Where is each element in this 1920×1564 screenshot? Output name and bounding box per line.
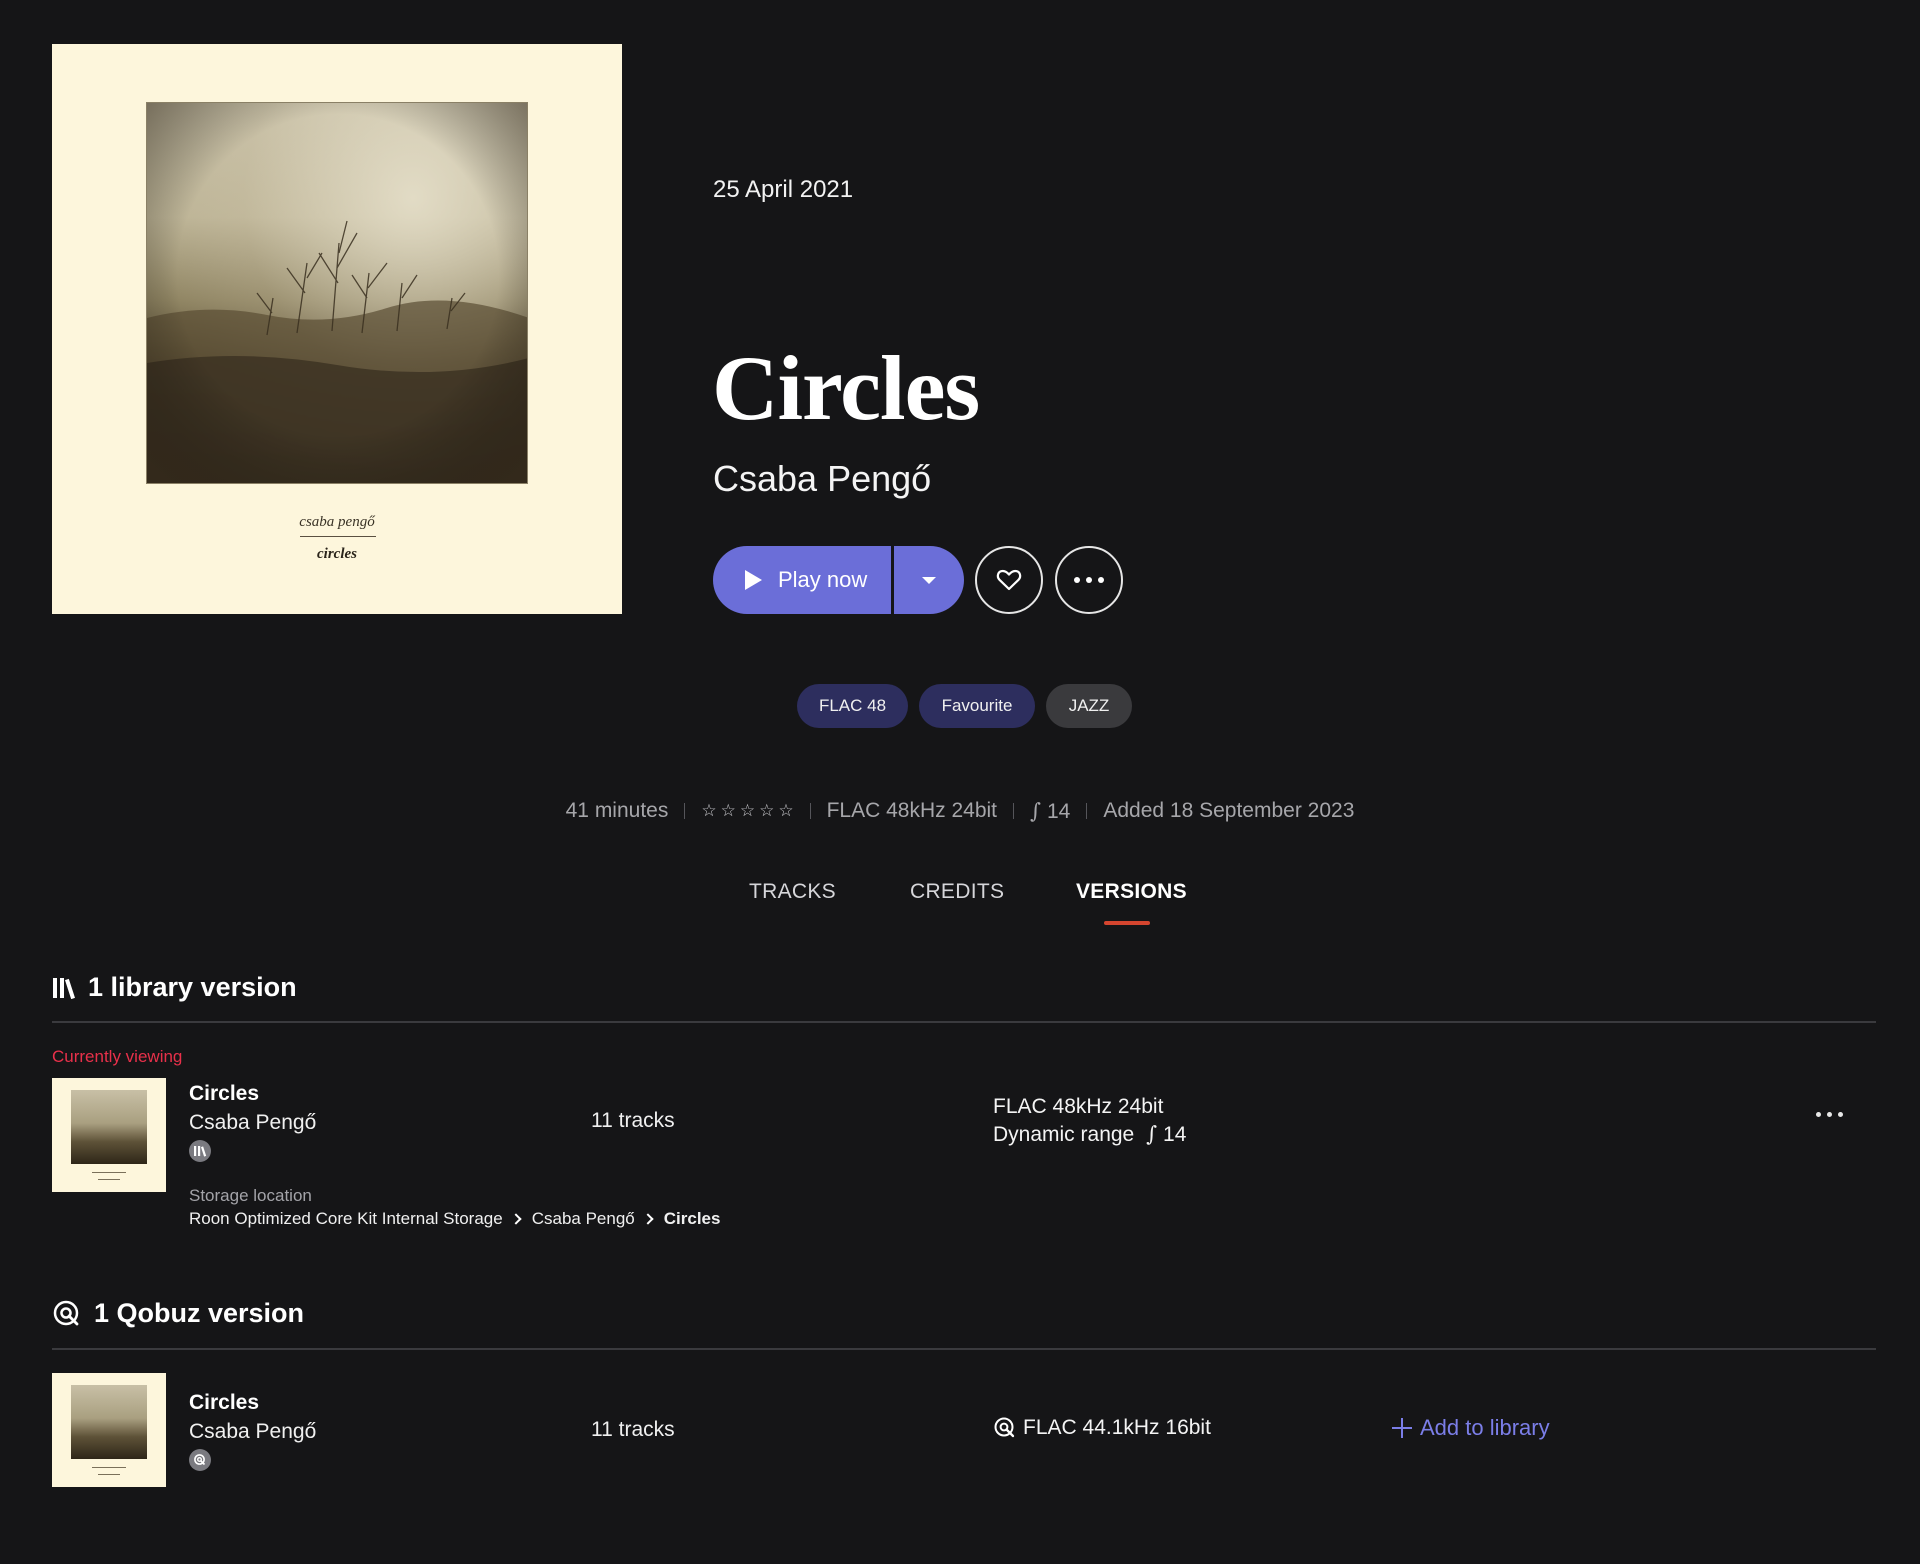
dynamic-range-value: 14 [1046, 799, 1071, 823]
dynamic-range-icon: ∫ [1146, 1122, 1158, 1146]
qobuz-source-badge [189, 1449, 211, 1471]
more-options-button[interactable] [1055, 546, 1123, 614]
rating-stars[interactable]: ☆ ☆ ☆ ☆ ☆ [701, 801, 793, 821]
section-divider [52, 1348, 1876, 1350]
tag-format[interactable]: FLAC 48 [797, 684, 908, 728]
thumbnail-caption [92, 1172, 126, 1173]
dynamic-range-label: Dynamic range [993, 1123, 1135, 1146]
dynamic-range-icon: ∫ [1030, 798, 1041, 823]
qobuz-version-format-row: FLAC 44.1kHz 16bit [993, 1416, 1211, 1440]
date-added: Added 18 September 2023 [1103, 799, 1355, 822]
cover-photo [146, 102, 528, 484]
qobuz-icon [994, 1417, 1015, 1438]
duration: 41 minutes [565, 799, 669, 822]
section-divider [52, 1021, 1876, 1023]
library-version-title[interactable]: Circles [189, 1082, 259, 1106]
star-icon[interactable]: ☆ [759, 801, 774, 821]
plus-icon [1392, 1418, 1412, 1438]
thumbnail-caption [92, 1467, 126, 1468]
active-tab-indicator [1104, 921, 1150, 925]
thumbnail-photo [71, 1090, 147, 1164]
library-version-artist[interactable]: Csaba Pengő [189, 1111, 316, 1135]
chevron-right-icon [510, 1213, 522, 1225]
favourite-button[interactable] [975, 546, 1043, 614]
chevron-right-icon [642, 1213, 654, 1225]
qobuz-version-title[interactable]: Circles [189, 1391, 259, 1415]
format-info: FLAC 48kHz 24bit [826, 799, 998, 822]
library-version-tracks: 11 tracks [591, 1109, 675, 1132]
dynamic-range: ∫ 14 [1030, 799, 1070, 824]
play-now-button[interactable]: Play now [713, 546, 891, 614]
add-to-library-button[interactable]: Add to library [1392, 1415, 1550, 1441]
heart-icon [996, 569, 1022, 591]
library-versions-title: 1 library version [88, 972, 297, 1002]
qobuz-icon [53, 1300, 79, 1325]
tab-tracks[interactable]: TRACKS [749, 880, 836, 904]
cover-divider [300, 536, 376, 537]
tag-favourite[interactable]: Favourite [919, 684, 1035, 728]
library-icon [194, 1146, 207, 1157]
qobuz-versions-heading: 1 Qobuz version [52, 1298, 304, 1329]
qobuz-icon [194, 1454, 206, 1466]
star-icon[interactable]: ☆ [701, 801, 716, 821]
storage-path-breadcrumb: Roon Optimized Core Kit Internal Storage… [189, 1209, 720, 1229]
library-icon [53, 977, 75, 999]
storage-location-label: Storage location [189, 1186, 312, 1205]
meta-separator [1086, 803, 1088, 819]
album-cover[interactable]: csaba pengő circles [52, 44, 622, 614]
play-now-label: Play now [778, 567, 868, 592]
album-artist[interactable]: Csaba Pengő [713, 458, 931, 500]
thumbnail-photo [71, 1385, 147, 1459]
more-icon [1074, 577, 1104, 583]
library-version-thumbnail[interactable] [52, 1078, 166, 1192]
play-icon [745, 570, 762, 590]
library-versions-heading: 1 library version [52, 972, 297, 1003]
library-version-format: FLAC 48kHz 24bit [993, 1095, 1164, 1118]
meta-separator [1013, 803, 1015, 819]
qobuz-version-thumbnail[interactable] [52, 1373, 166, 1487]
play-options-dropdown[interactable] [894, 546, 964, 614]
star-icon[interactable]: ☆ [778, 801, 793, 821]
qobuz-version-artist[interactable]: Csaba Pengő [189, 1420, 316, 1444]
qobuz-version-format: FLAC 44.1kHz 16bit [1023, 1416, 1211, 1439]
meta-separator [809, 803, 811, 819]
chevron-down-icon [922, 576, 936, 584]
cover-artist-text: csaba pengő [299, 514, 375, 530]
release-date: 25 April 2021 [713, 176, 854, 203]
album-title: Circles [712, 337, 980, 439]
star-icon[interactable]: ☆ [721, 801, 736, 821]
tab-versions[interactable]: VERSIONS [1076, 880, 1187, 904]
version-more-button[interactable] [1816, 1112, 1843, 1117]
star-icon[interactable]: ☆ [740, 801, 755, 821]
thumbnail-caption [98, 1179, 120, 1180]
storage-path-artist[interactable]: Csaba Pengő [532, 1209, 635, 1229]
library-source-badge [189, 1140, 211, 1162]
library-version-dynamic-range: Dynamic range ∫ 14 [993, 1122, 1186, 1147]
currently-viewing-label: Currently viewing [52, 1047, 183, 1066]
cover-title-text: circles [317, 546, 357, 562]
storage-path-root[interactable]: Roon Optimized Core Kit Internal Storage [189, 1209, 503, 1229]
storage-path-album[interactable]: Circles [664, 1209, 721, 1229]
dynamic-range-value: 14 [1163, 1123, 1187, 1146]
tag-genre[interactable]: JAZZ [1046, 684, 1132, 728]
tab-credits[interactable]: CREDITS [910, 880, 1004, 904]
thumbnail-caption [98, 1474, 120, 1475]
qobuz-version-tracks: 11 tracks [591, 1418, 675, 1441]
more-icon [1816, 1112, 1843, 1117]
meta-separator [684, 803, 686, 819]
add-to-library-label: Add to library [1420, 1415, 1550, 1440]
qobuz-versions-title: 1 Qobuz version [94, 1298, 305, 1328]
album-meta-row: 41 minutes ☆ ☆ ☆ ☆ ☆ FLAC 48kHz 24bit ∫ 1… [0, 796, 1920, 826]
